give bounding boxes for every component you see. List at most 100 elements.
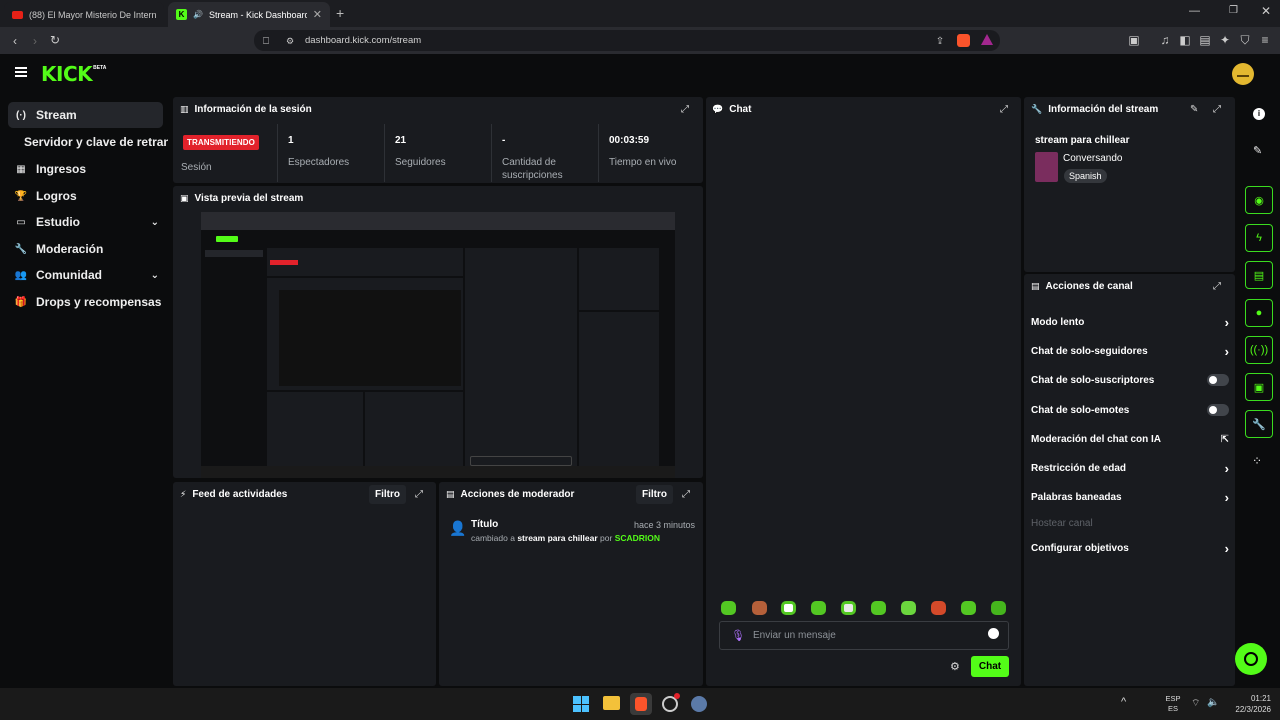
expand-icon[interactable]: ⤢ xyxy=(415,489,423,500)
wallet-icon[interactable]: ▤ xyxy=(1197,32,1213,48)
hamburger-menu-icon[interactable] xyxy=(15,67,27,77)
broadcast-icon: ((·)) xyxy=(1249,344,1269,356)
chat-input-box[interactable]: 🎙 Enviar un mensaje xyxy=(719,621,1009,650)
windows-start-icon[interactable] xyxy=(573,696,589,712)
emoji-icon[interactable] xyxy=(988,628,999,639)
emote-8[interactable] xyxy=(931,601,946,615)
edit-icon[interactable]: ✎ xyxy=(1253,144,1262,157)
rail-preview-button[interactable]: ◉ xyxy=(1245,186,1273,214)
expand-icon[interactable]: ⤢ xyxy=(681,104,689,115)
sidebar-item-stream-key[interactable]: Servidor y clave de retransm xyxy=(8,129,168,155)
microphone-icon[interactable]: 🎙 xyxy=(731,629,745,642)
action-followers-only[interactable]: Chat de solo-seguidores › xyxy=(1031,341,1229,361)
wifi-icon[interactable]: ⌔ xyxy=(1191,697,1200,710)
volume-icon[interactable]: 🔈 xyxy=(1207,697,1219,708)
category-thumbnail[interactable] xyxy=(1035,152,1058,182)
brave-rewards-icon[interactable] xyxy=(981,34,993,45)
action-emotes-only: Chat de solo-emotes xyxy=(1031,400,1229,420)
close-window-icon[interactable]: ✕ xyxy=(1261,4,1271,18)
screenshot-icon[interactable]: ▣ xyxy=(1126,32,1142,48)
emote-3[interactable] xyxy=(781,601,796,615)
emote-6[interactable] xyxy=(871,601,886,615)
new-tab-icon[interactable]: + xyxy=(336,5,344,21)
minimize-icon[interactable]: — xyxy=(1189,5,1200,17)
stream-preview-video[interactable] xyxy=(201,212,675,478)
preview-channel-actions-panel xyxy=(579,312,659,478)
sidebar-toggle-icon[interactable]: ◧ xyxy=(1177,32,1193,48)
action-slow-mode[interactable]: Modo lento › xyxy=(1031,312,1229,332)
sidebar-item-moderation[interactable]: 🔧 Moderación xyxy=(8,236,163,262)
emote-7[interactable] xyxy=(901,601,916,615)
expand-icon[interactable]: ⤢ xyxy=(1213,104,1221,115)
action-ai-moderation[interactable]: Moderación del chat con IA ⇱ xyxy=(1031,429,1229,449)
brave-browser-icon[interactable] xyxy=(630,693,652,715)
brave-shield-icon[interactable] xyxy=(957,34,970,47)
site-info-icon[interactable]: ⚙ xyxy=(282,33,298,49)
expand-icon[interactable]: ⤢ xyxy=(1213,281,1221,292)
preview-logo xyxy=(216,236,238,242)
share-icon[interactable]: ⇪ xyxy=(932,33,948,49)
sidebar-item-achievements[interactable]: 🏆 Logros xyxy=(8,183,163,209)
action-banned-words[interactable]: Palabras baneadas › xyxy=(1031,487,1229,507)
bookmark-icon[interactable]: ⎕ xyxy=(258,33,274,49)
sidebar-item-community[interactable]: 👥 Comunidad ⌄ xyxy=(8,262,163,288)
language-indicator[interactable]: ESP ES xyxy=(1160,694,1186,714)
chat-settings-icon[interactable]: ⚙ xyxy=(950,660,960,673)
entry-user[interactable]: SCADRION xyxy=(615,533,660,543)
sidebar-item-revenue[interactable]: ▦ Ingresos xyxy=(8,156,163,182)
kick-logo[interactable]: KICK BETA xyxy=(41,64,106,86)
emote-5[interactable] xyxy=(841,601,856,615)
emote-4[interactable] xyxy=(811,601,826,615)
forward-icon[interactable]: › xyxy=(27,33,43,49)
rail-activity-button[interactable]: ϟ xyxy=(1245,224,1273,252)
stat-value: 21 xyxy=(395,135,407,146)
sidebar-item-studio[interactable]: ▭ Estudio ⌄ xyxy=(8,209,163,235)
action-configure-goals[interactable]: Configurar objetivos › xyxy=(1031,538,1229,558)
rail-moderation-button[interactable]: 🔧 xyxy=(1245,410,1273,438)
category-name[interactable]: Conversando xyxy=(1063,153,1122,164)
more-icon[interactable]: ⁘ xyxy=(1252,454,1262,468)
send-chat-button[interactable]: Chat xyxy=(971,656,1009,677)
file-explorer-icon[interactable] xyxy=(603,696,620,710)
rail-actions-button[interactable]: ▣ xyxy=(1245,373,1273,401)
action-age-restriction[interactable]: Restricción de edad › xyxy=(1031,458,1229,478)
browser-tab-youtube[interactable]: (88) El Mayor Misterio De Internet (P... xyxy=(4,2,164,27)
filter-button[interactable]: Filtro xyxy=(636,485,673,504)
sidebar-item-drops[interactable]: 🎁 Drops y recompensas xyxy=(8,289,163,315)
rail-log-button[interactable]: ▤ xyxy=(1245,261,1273,289)
emote-10[interactable] xyxy=(991,601,1006,615)
expand-icon[interactable]: ⤢ xyxy=(682,489,690,500)
vpn-icon[interactable]: ⛉ xyxy=(1237,32,1253,48)
emotes-only-toggle[interactable] xyxy=(1207,404,1229,416)
emote-1[interactable] xyxy=(721,601,736,615)
sidebar-item-label: Ingresos xyxy=(36,162,87,176)
browser-tab-kick[interactable]: K 🔊 Stream - Kick Dashboard ✕ xyxy=(168,2,330,27)
expand-icon[interactable]: ⤢ xyxy=(1000,104,1008,115)
language-tag: Spanish xyxy=(1064,169,1107,183)
emote-2[interactable] xyxy=(752,601,767,615)
settings-app-icon[interactable] xyxy=(691,696,707,712)
close-tab-icon[interactable]: ✕ xyxy=(313,8,322,21)
rail-chat-button[interactable]: ● xyxy=(1245,299,1273,327)
menu-icon[interactable]: ≡ xyxy=(1257,32,1273,48)
revenue-icon: ▦ xyxy=(16,163,26,175)
system-clock[interactable]: 01:21 22/3/2026 xyxy=(1225,693,1271,715)
media-icon[interactable]: ♫ xyxy=(1157,32,1173,48)
maximize-icon[interactable]: ❐ xyxy=(1229,5,1238,16)
leo-ai-icon[interactable]: ✦ xyxy=(1217,32,1233,48)
edit-icon[interactable]: ✎ xyxy=(1190,104,1198,115)
sidebar-item-label: Stream xyxy=(36,108,77,122)
sidebar-item-stream[interactable]: (·) Stream xyxy=(8,102,163,128)
user-avatar[interactable] xyxy=(1232,63,1254,85)
tray-chevron-up-icon[interactable]: ^ xyxy=(1121,696,1126,708)
back-icon[interactable]: ‹ xyxy=(7,33,23,49)
info-icon[interactable]: i xyxy=(1253,108,1265,120)
rail-broadcast-button[interactable]: ((·)) xyxy=(1245,336,1273,364)
sidebar-item-label: Servidor y clave de retransm xyxy=(24,135,168,149)
subscribers-only-toggle[interactable] xyxy=(1207,374,1229,386)
reload-icon[interactable]: ↻ xyxy=(47,32,63,48)
address-bar[interactable]: ⎕ ⚙ dashboard.kick.com/stream ⇪ xyxy=(254,30,1000,51)
support-button[interactable] xyxy=(1235,643,1267,675)
emote-9[interactable] xyxy=(961,601,976,615)
filter-button[interactable]: Filtro xyxy=(369,485,406,504)
